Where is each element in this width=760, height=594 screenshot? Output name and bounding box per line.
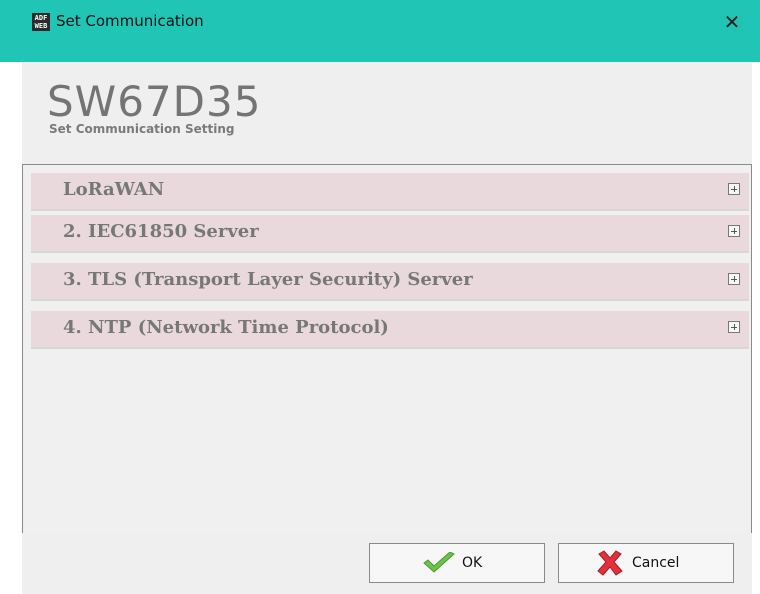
page-subtitle: Set Communication Setting <box>49 122 235 136</box>
dialog-footer: OK Cancel <box>22 533 752 594</box>
plus-box-icon[interactable] <box>728 273 740 285</box>
plus-box-icon[interactable] <box>728 225 740 237</box>
section-label: 2. IEC61850 Server <box>63 221 259 242</box>
product-code: SW67D35 <box>47 77 262 126</box>
app-icon-text-top: ADF <box>34 14 48 22</box>
app-icon: ADF WEB <box>32 13 50 31</box>
section-lorawan[interactable]: LoRaWAN <box>31 173 749 211</box>
cancel-button[interactable]: Cancel <box>558 543 734 583</box>
red-x-icon <box>596 550 624 580</box>
section-iec61850-server[interactable]: 2. IEC61850 Server <box>31 215 749 253</box>
section-tls-server[interactable]: 3. TLS (Transport Layer Security) Server <box>31 263 749 301</box>
plus-box-icon[interactable] <box>728 183 740 195</box>
section-label: LoRaWAN <box>63 179 165 200</box>
close-icon[interactable]: ✕ <box>720 10 744 34</box>
ok-label: OK <box>462 555 483 571</box>
title-bar: ADF WEB Set Communication ✕ <box>0 0 760 62</box>
cancel-label: Cancel <box>632 555 680 571</box>
window-title: Set Communication <box>56 12 204 30</box>
checkmark-icon <box>422 551 456 578</box>
plus-box-icon[interactable] <box>728 321 740 333</box>
sections-panel: LoRaWAN 2. IEC61850 Server 3. TLS (Trans… <box>22 164 752 534</box>
dialog-header: SW67D35 Set Communication Setting <box>22 62 752 164</box>
app-icon-text-bottom: WEB <box>34 22 48 30</box>
section-label: 4. NTP (Network Time Protocol) <box>63 317 389 338</box>
ok-button[interactable]: OK <box>369 543 545 583</box>
section-ntp[interactable]: 4. NTP (Network Time Protocol) <box>31 311 749 349</box>
set-communication-dialog: ADF WEB Set Communication ✕ SW67D35 Set … <box>0 0 760 594</box>
section-label: 3. TLS (Transport Layer Security) Server <box>63 269 473 290</box>
